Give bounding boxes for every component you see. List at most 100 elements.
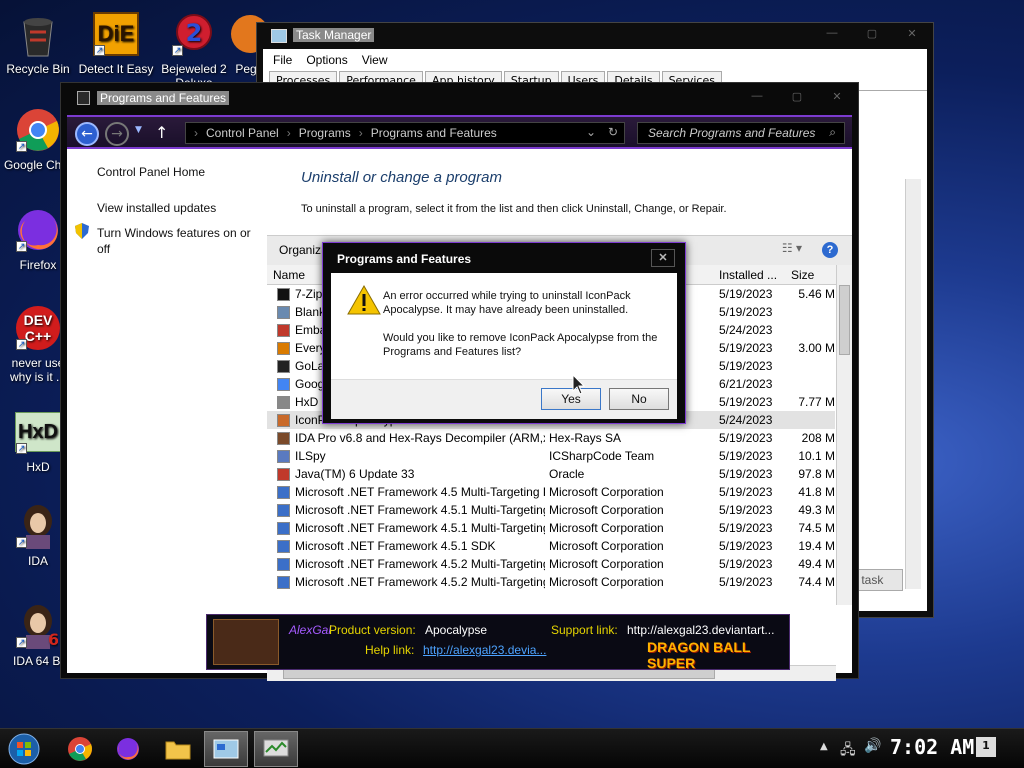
volume-icon[interactable]: 🔊 (864, 738, 881, 754)
desktop-icon-detect-it-easy[interactable]: DiE ↗ Detect It Easy (78, 10, 154, 76)
breadcrumb-separator-icon: › (194, 126, 198, 140)
network-icon[interactable]: 🖧 (840, 739, 856, 763)
maximize-button[interactable]: ▢ (859, 27, 885, 40)
menu-options[interactable]: Options (306, 53, 347, 67)
recent-pages-chevron-icon[interactable]: ▼ (135, 125, 142, 135)
error-dialog[interactable]: Programs and Features ✕ An error occurre… (322, 242, 686, 424)
program-installed-date: 5/19/2023 (719, 485, 773, 499)
details-pane: AlexGal Product version: Apocalypse Supp… (206, 614, 790, 671)
hxd-icon: HxD ↗ (14, 408, 62, 456)
product-version-value: Apocalypse (425, 623, 488, 637)
program-publisher: Microsoft Corporation (549, 557, 664, 571)
table-row[interactable]: Microsoft .NET Framework 4.5.1 Multi-Tar… (267, 501, 835, 519)
breadcrumb-programs[interactable]: Programs (299, 126, 351, 143)
table-row[interactable]: Microsoft .NET Framework 4.5.1 SDK Micros… (267, 537, 835, 555)
program-publisher: Microsoft Corporation (549, 575, 664, 589)
taskbar-firefox[interactable] (106, 731, 150, 767)
address-dropdown-icon[interactable]: ⌄ (586, 125, 596, 139)
program-publisher: Oracle (549, 467, 585, 481)
organize-button[interactable]: Organiz (279, 243, 321, 257)
breadcrumb-control-panel[interactable]: Control Panel (206, 126, 279, 143)
close-button[interactable]: ✕ (824, 90, 850, 103)
table-row[interactable]: Microsoft .NET Framework 4.5.2 Multi-Tar… (267, 573, 835, 591)
ida64-icon: 64 ↗ (14, 602, 62, 650)
task-manager-scrollbar[interactable] (905, 179, 921, 589)
table-row[interactable]: Microsoft .NET Framework 4.5.1 Multi-Tar… (267, 519, 835, 537)
vertical-scrollbar[interactable] (836, 265, 852, 605)
taskbar: ▲ 🖧 🔊 7:02 AM 1 (0, 728, 1024, 768)
desktop-icon-label: Recycle Bin (6, 62, 70, 76)
minimize-button[interactable]: — (744, 90, 770, 103)
table-row[interactable]: Microsoft .NET Framework 4.5 Multi-Targe… (267, 483, 835, 501)
start-button[interactable] (4, 731, 44, 767)
view-options-icon[interactable]: ☷ ▾ (782, 241, 802, 255)
action-center-icon[interactable]: 1 (976, 737, 996, 757)
maximize-button[interactable]: ▢ (784, 90, 810, 103)
program-installed-date: 5/19/2023 (719, 305, 773, 319)
yes-button[interactable]: Yes (541, 388, 601, 410)
clock[interactable]: 7:02 AM (890, 735, 974, 759)
view-installed-updates-link[interactable]: View installed updates (97, 201, 216, 215)
dialog-titlebar[interactable]: Programs and Features ✕ (323, 243, 685, 273)
program-icon (277, 306, 290, 319)
taskbar-task-manager[interactable] (254, 731, 298, 767)
taskbar-chrome[interactable] (58, 731, 102, 767)
no-button[interactable]: No (609, 388, 669, 410)
minimize-button[interactable]: — (819, 27, 845, 40)
forward-arrow-icon[interactable]: → (105, 122, 129, 146)
menu-view[interactable]: View (362, 53, 388, 67)
support-link[interactable]: http://alexgal23.deviantart... (627, 623, 777, 637)
table-row[interactable]: Java(TM) 6 Update 33 Oracle 5/19/2023 97.8 … (267, 465, 835, 483)
search-placeholder: Search Programs and Features (648, 126, 816, 140)
program-size: 19.4 M (798, 539, 835, 553)
column-installed[interactable]: Installed ... (719, 268, 777, 282)
window-title: Programs and Features (97, 91, 230, 105)
column-name[interactable]: Name (273, 268, 305, 282)
program-size: 74.4 M (798, 575, 835, 589)
detect-it-easy-icon: DiE ↗ (92, 10, 140, 58)
show-hidden-icons-icon[interactable]: ▲ (820, 741, 828, 752)
firefox-icon (117, 738, 139, 760)
control-panel-home-link[interactable]: Control Panel Home (97, 165, 205, 179)
windows-orb-icon (8, 733, 40, 765)
help-link[interactable]: http://alexgal23.devia... (423, 643, 546, 657)
program-icon (277, 288, 290, 301)
programs-features-titlebar[interactable]: Programs and Features — ▢ ✕ (61, 83, 858, 111)
taskbar-file-explorer[interactable] (156, 731, 200, 767)
program-icon (277, 576, 290, 589)
help-icon[interactable]: ? (822, 242, 838, 258)
back-arrow-icon[interactable]: ← (75, 122, 99, 146)
close-button[interactable]: ✕ (899, 27, 925, 40)
dialog-body: An error occurred while trying to uninst… (331, 273, 677, 379)
program-name: Microsoft .NET Framework 4.5 Multi-Targe… (295, 485, 545, 499)
column-size[interactable]: Size (791, 268, 814, 282)
address-bar-area: ← → ▼ ↑ › Control Panel › Programs › Pro… (67, 115, 852, 149)
shortcut-arrow-icon: ↗ (16, 443, 27, 454)
program-installed-date: 5/19/2023 (719, 503, 773, 517)
program-icon (277, 450, 290, 463)
task-manager-titlebar[interactable]: Task Manager — ▢ ✕ (257, 23, 933, 49)
dialog-close-button[interactable]: ✕ (651, 249, 675, 267)
shortcut-arrow-icon: ↗ (16, 637, 27, 648)
table-row[interactable]: Microsoft .NET Framework 4.5.2 Multi-Tar… (267, 555, 835, 573)
program-name: Microsoft .NET Framework 4.5.2 Multi-Tar… (295, 575, 545, 589)
program-publisher: Microsoft Corporation (549, 539, 664, 553)
refresh-icon[interactable]: ↻ (608, 125, 618, 139)
breadcrumb[interactable]: › Control Panel › Programs › Programs an… (185, 122, 625, 144)
program-size: 49.3 M (798, 503, 835, 517)
windows-features-link[interactable]: Turn Windows features on or off (97, 225, 267, 257)
menu-file[interactable]: File (273, 53, 292, 67)
up-arrow-icon[interactable]: ↑ (155, 123, 168, 142)
svg-text:2: 2 (186, 19, 203, 47)
table-row[interactable]: ILSpy ICSharpCode Team 5/19/2023 10.1 M (267, 447, 835, 465)
folder-icon (165, 741, 191, 760)
taskbar-control-panel[interactable] (204, 731, 248, 767)
desktop-icon-recycle-bin[interactable]: Recycle Bin (0, 10, 76, 76)
breadcrumb-programs-features[interactable]: Programs and Features (371, 126, 497, 143)
table-row[interactable]: IDA Pro v6.8 and Hex-Rays Decompiler (AR… (267, 429, 835, 447)
desktop-icon-bejeweled[interactable]: 2 ↗ Bejeweled 2 Deluxe (156, 10, 232, 90)
search-icon[interactable]: ⌕ (829, 125, 836, 140)
chrome-icon (68, 737, 92, 761)
search-input[interactable]: Search Programs and Features ⌕ (637, 122, 845, 144)
program-thumbnail (213, 619, 279, 665)
